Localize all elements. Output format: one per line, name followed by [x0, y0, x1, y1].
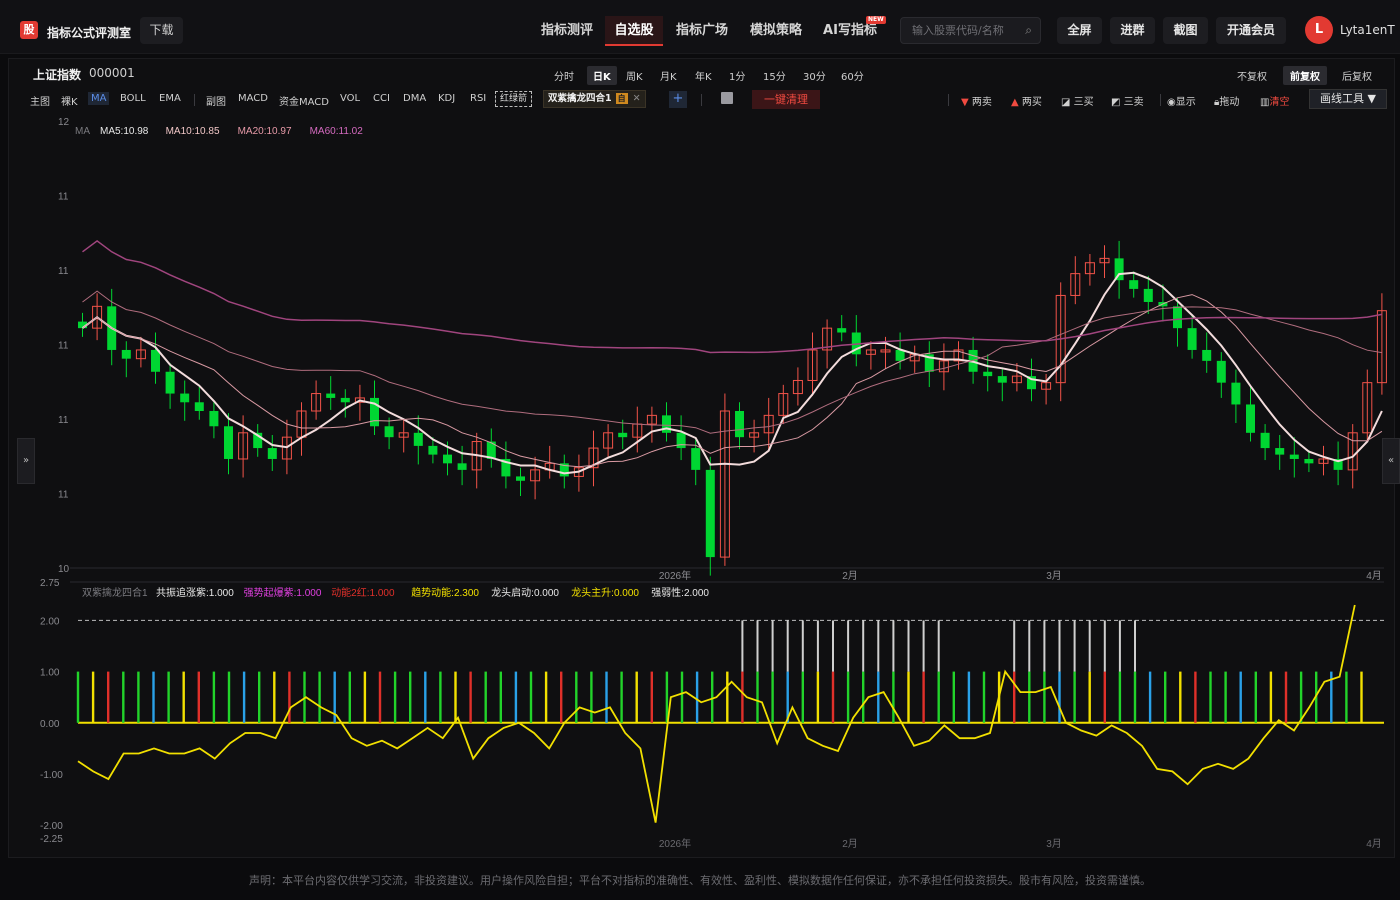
y-tick-label: 11 — [58, 192, 69, 203]
candle-down — [384, 426, 394, 438]
candle-down — [151, 349, 160, 372]
sub-x-tick-label: 2026年 — [659, 837, 691, 850]
candle-down — [209, 411, 219, 427]
expand-left-button[interactable]: » — [17, 438, 35, 484]
expand-right-button[interactable]: « — [1382, 438, 1400, 484]
trend-momentum-line — [77, 604, 1356, 823]
candle-down — [691, 448, 701, 470]
sub-y-tick-label: -2.25 — [40, 834, 63, 845]
sub-x-tick-label: 3月 — [1046, 838, 1062, 850]
ma-legend-item: MA5:10.98 — [100, 126, 149, 137]
x-tick-label: 3月 — [1046, 570, 1062, 582]
candle-down — [428, 445, 438, 455]
candle-down — [165, 371, 175, 394]
candle-down — [1129, 280, 1139, 289]
sub-legend-item: 强势起爆紫:1.000 — [244, 586, 322, 599]
candle-down — [1202, 349, 1212, 361]
candle-down — [1275, 448, 1285, 455]
candle-down — [1143, 288, 1153, 302]
x-tick-label: 2026年 — [659, 569, 691, 582]
candle-down — [457, 463, 467, 470]
sub-y-tick-label: 1.00 — [40, 668, 60, 679]
disclaimer: 声明：本平台内容仅供学习交流，非投资建议。用户操作风险自担；平台不对指标的准确性… — [249, 874, 1151, 887]
candle-down — [1289, 454, 1299, 459]
candle-down — [413, 432, 423, 446]
candle-down — [1216, 360, 1226, 383]
sub-y-tick-label: -1.00 — [40, 770, 63, 781]
ma-legend-item: MA — [75, 126, 90, 137]
sub-legend-item: 动能2红:1.000 — [331, 586, 395, 599]
candle-down — [1304, 458, 1314, 464]
candle-down — [837, 328, 847, 333]
sub-y-tick-label: 2.00 — [40, 616, 60, 627]
candle-down — [705, 469, 715, 558]
ma-legend-item: MA10:10.85 — [166, 126, 220, 137]
sub-x-tick-label: 2月 — [842, 838, 858, 850]
y-tick-label: 11 — [58, 266, 69, 277]
candle-down — [662, 415, 671, 433]
sub-legend-item: 龙头启动:0.000 — [491, 586, 559, 599]
sub-legend-title: 双紫擒龙四合1 — [82, 586, 148, 599]
sub-x-tick-label: 4月 — [1366, 838, 1382, 850]
candle-down — [1231, 382, 1241, 405]
sub-legend-item: 龙头主升:0.000 — [571, 586, 639, 599]
sub-y-tick-label: 2.75 — [40, 578, 60, 589]
candle-down — [516, 476, 525, 481]
candle-down — [1260, 432, 1270, 449]
candle-down — [1173, 306, 1182, 329]
ma20-line — [82, 290, 1382, 434]
ma10-line — [82, 294, 1383, 468]
y-tick-label: 10 — [58, 564, 70, 575]
y-tick-label: 11 — [58, 415, 69, 426]
candle-down — [1246, 404, 1255, 433]
sub-y-tick-label: 0.00 — [40, 719, 60, 730]
candle-down — [443, 454, 452, 464]
x-tick-label: 4月 — [1366, 570, 1382, 582]
x-tick-label: 2月 — [842, 570, 858, 582]
ma60-line — [82, 239, 1383, 354]
candle-down — [180, 393, 190, 403]
sub-legend-item: 趋势动能:2.300 — [411, 586, 479, 599]
ma-legend-item: MA60:11.02 — [310, 126, 364, 137]
sub-legend-item: 强弱性:2.000 — [651, 586, 709, 599]
candle-down — [267, 448, 277, 459]
candle-down — [1187, 328, 1197, 350]
sub-legend-item: 共振追涨紫:1.000 — [156, 586, 234, 599]
y-tick-label: 11 — [58, 341, 69, 352]
candle-down — [676, 432, 686, 449]
kline-chart[interactable]: 12 11 11 11 11 11 10 2026年 2月 3月 4月 MA MA5:10.98 MA10… — [0, 0, 1400, 860]
ma-legend-item: MA20:10.97 — [238, 126, 292, 137]
candle-down — [194, 402, 204, 412]
candle-down — [121, 349, 131, 359]
ma5-line — [81, 271, 1383, 475]
candle-down — [224, 426, 233, 459]
y-tick-label: 12 — [58, 117, 70, 128]
footer: 声明：本平台内容仅供学习交流，非投资建议。用户操作风险自担；平台不对指标的准确性… — [0, 860, 1400, 900]
candle-down — [997, 376, 1007, 383]
candle-down — [983, 371, 993, 377]
candle-down — [326, 393, 336, 398]
y-tick-label: 11 — [58, 490, 69, 501]
candle-down — [895, 349, 905, 361]
candle-down — [340, 397, 350, 403]
candle-down — [618, 432, 628, 438]
sub-y-tick-label: -2.00 — [40, 821, 63, 832]
candle-down — [735, 411, 744, 438]
